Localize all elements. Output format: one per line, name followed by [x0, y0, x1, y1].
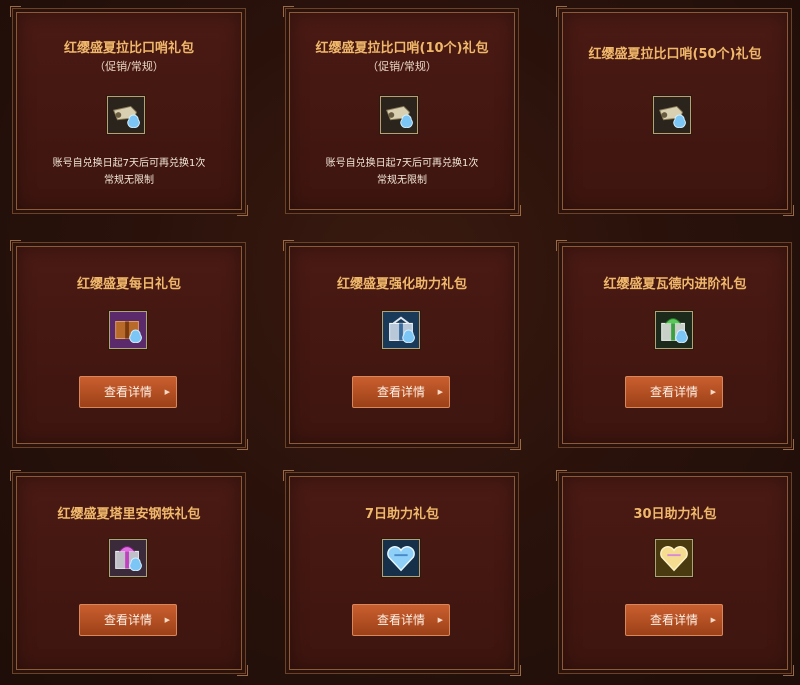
pack-title: 红缨盛夏塔里安钢铁礼包 — [57, 507, 201, 522]
view-details-button[interactable]: 查看详情 ▶ — [625, 376, 723, 408]
view-details-button[interactable]: 查看详情 ▶ — [625, 604, 723, 636]
button-label: 查看详情 — [103, 385, 152, 399]
pack-card: 7日助力礼包 查看详情 ▶ — [283, 470, 521, 676]
pack-card: 30日助力礼包 查看详情 ▶ — [556, 470, 794, 676]
pack-title: 红缨盛夏拉比口哨礼包 — [63, 41, 194, 56]
pack-card: 红缨盛夏塔里安钢铁礼包 查看详情 ▶ — [10, 470, 248, 676]
pack-title: 红缨盛夏瓦德内进阶礼包 — [603, 277, 747, 292]
pack-subtitle: （促销/常规） — [367, 60, 437, 73]
arrow-right-icon: ▶ — [437, 616, 443, 624]
view-details-button[interactable]: 查看详情 ▶ — [79, 604, 177, 636]
button-label: 查看详情 — [376, 385, 425, 399]
button-label: 查看详情 — [376, 613, 425, 627]
pack-note: 常规无限制 — [377, 175, 427, 186]
pack-card: 红缨盛夏每日礼包 查看详情 ▶ — [10, 240, 248, 450]
button-label: 查看详情 — [103, 613, 152, 627]
pack-card: 红缨盛夏拉比口哨(10个)礼包 （促销/常规） 账号自兑换日起7天后可再兑换1次… — [283, 6, 521, 216]
button-label: 查看详情 — [649, 385, 698, 399]
view-details-button[interactable]: 查看详情 ▶ — [352, 604, 450, 636]
whistle-icon — [107, 96, 145, 134]
arrow-right-icon: ▶ — [710, 388, 716, 396]
pack-card: 红缨盛夏拉比口哨(50个)礼包 — [556, 6, 794, 216]
pack-title: 红缨盛夏每日礼包 — [76, 277, 181, 292]
brown-gift-box-icon — [109, 311, 147, 349]
view-details-button[interactable]: 查看详情 ▶ — [79, 376, 177, 408]
arrow-right-icon: ▶ — [164, 616, 170, 624]
pack-title: 红缨盛夏拉比口哨(50个)礼包 — [588, 47, 762, 62]
green-gift-box-icon — [655, 311, 693, 349]
whistle-icon — [380, 96, 418, 134]
gold-heart-box-icon — [655, 539, 693, 577]
blue-gift-box-icon — [382, 311, 420, 349]
arrow-right-icon: ▶ — [437, 388, 443, 396]
arrow-right-icon: ▶ — [164, 388, 170, 396]
pack-subtitle: （促销/常规） — [94, 60, 164, 73]
whistle-icon — [653, 96, 691, 134]
pack-title: 7日助力礼包 — [364, 507, 440, 522]
silver-gift-box-icon — [109, 539, 147, 577]
view-details-button[interactable]: 查看详情 ▶ — [352, 376, 450, 408]
pack-note: 常规无限制 — [104, 175, 154, 186]
pack-title: 红缨盛夏强化助力礼包 — [336, 277, 467, 292]
pack-note: 账号自兑换日起7天后可再兑换1次 — [52, 158, 206, 169]
button-label: 查看详情 — [649, 613, 698, 627]
pack-note: 账号自兑换日起7天后可再兑换1次 — [325, 158, 479, 169]
pack-title: 红缨盛夏拉比口哨(10个)礼包 — [315, 41, 489, 56]
pack-card: 红缨盛夏瓦德内进阶礼包 查看详情 ▶ — [556, 240, 794, 450]
blue-heart-box-icon — [382, 539, 420, 577]
pack-title: 30日助力礼包 — [633, 507, 717, 522]
arrow-right-icon: ▶ — [710, 616, 716, 624]
gift-pack-grid: 红缨盛夏拉比口哨礼包 （促销/常规） 账号自兑换日起7天后可再兑换1次 常规无限… — [0, 0, 800, 685]
pack-card: 红缨盛夏拉比口哨礼包 （促销/常规） 账号自兑换日起7天后可再兑换1次 常规无限… — [10, 6, 248, 216]
pack-card: 红缨盛夏强化助力礼包 查看详情 ▶ — [283, 240, 521, 450]
